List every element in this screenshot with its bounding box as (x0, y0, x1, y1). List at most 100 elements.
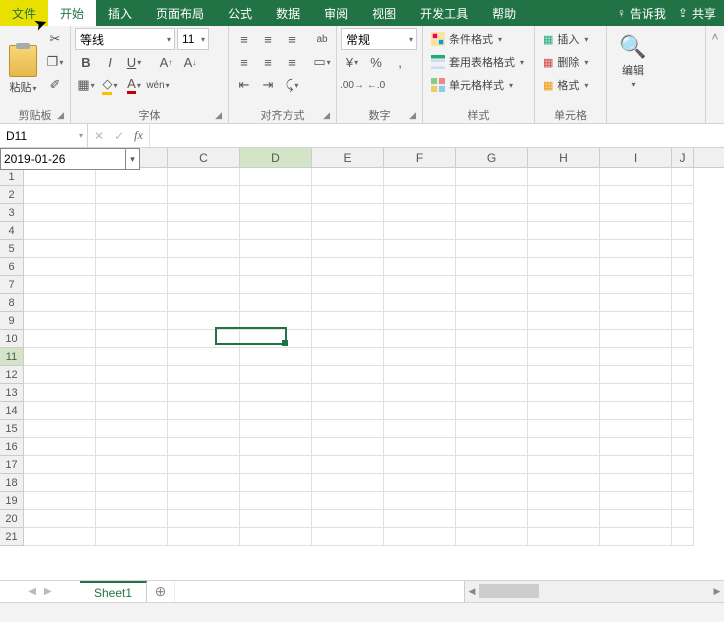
bold-button[interactable]: B (75, 51, 97, 73)
col-header-J[interactable]: J (672, 148, 694, 167)
borders-button[interactable]: ▦▾ (75, 74, 97, 96)
row-header-17[interactable]: 17 (0, 456, 23, 474)
font-color-button[interactable]: A▾ (123, 74, 145, 96)
merge-center-button[interactable]: ▭▾ (309, 51, 335, 73)
grow-font-button[interactable]: A↑ (155, 51, 177, 73)
col-header-C[interactable]: C (168, 148, 240, 167)
paste-button[interactable]: 粘贴▾ (4, 28, 42, 107)
sheet-nav-buttons[interactable]: ◀▶ (0, 581, 80, 602)
tab-home[interactable]: 开始 (48, 0, 96, 26)
horizontal-scrollbar[interactable]: ◀▶ (464, 581, 724, 602)
delete-cells-button[interactable]: ▦删除▾ (539, 51, 602, 73)
decrease-decimal-button[interactable]: ←.0 (365, 74, 387, 96)
row-header-6[interactable]: 6 (0, 258, 23, 276)
collapse-ribbon-button[interactable]: ˄ (706, 26, 724, 123)
row-headers[interactable]: 123456789101112131415161718192021 (0, 168, 24, 546)
dialog-launcher-icon[interactable]: ◢ (409, 110, 416, 121)
row-header-12[interactable]: 12 (0, 366, 23, 384)
align-middle-button[interactable]: ≡ (257, 28, 279, 50)
name-box[interactable]: D11▾ (0, 124, 88, 147)
row-header-9[interactable]: 9 (0, 312, 23, 330)
row-header-3[interactable]: 3 (0, 204, 23, 222)
cell-a1-dropdown[interactable]: 2019-01-26▾ (0, 148, 140, 170)
font-name-select[interactable]: 等线▾ (75, 28, 175, 50)
cancel-formula-button[interactable]: ✕ (94, 129, 104, 143)
formula-input[interactable] (150, 124, 724, 147)
format-painter-button[interactable]: ✐ (44, 74, 66, 96)
dialog-launcher-icon[interactable]: ◢ (323, 110, 330, 121)
row-header-2[interactable]: 2 (0, 186, 23, 204)
phonetic-button[interactable]: wén▾ (147, 74, 169, 96)
align-center-button[interactable]: ≡ (257, 51, 279, 73)
decrease-indent-button[interactable]: ⇤ (233, 74, 255, 96)
tab-file[interactable]: 文件 ➤ (0, 0, 48, 26)
tab-review[interactable]: 审阅 (312, 0, 360, 26)
col-header-D[interactable]: D (240, 148, 312, 167)
align-top-button[interactable]: ≡ (233, 28, 255, 50)
row-header-21[interactable]: 21 (0, 528, 23, 546)
row-header-14[interactable]: 14 (0, 402, 23, 420)
row-header-11[interactable]: 11 (0, 348, 23, 366)
font-size-select[interactable]: 11▾ (177, 28, 209, 50)
tab-view[interactable]: 视图 (360, 0, 408, 26)
percent-button[interactable]: % (365, 51, 387, 73)
row-header-20[interactable]: 20 (0, 510, 23, 528)
accounting-format-button[interactable]: ¥▾ (341, 51, 363, 73)
row-header-15[interactable]: 15 (0, 420, 23, 438)
row-header-13[interactable]: 13 (0, 384, 23, 402)
row-header-8[interactable]: 8 (0, 294, 23, 312)
col-header-E[interactable]: E (312, 148, 384, 167)
col-header-G[interactable]: G (456, 148, 528, 167)
col-header-H[interactable]: H (528, 148, 600, 167)
align-bottom-button[interactable]: ≡ (281, 28, 303, 50)
increase-decimal-button[interactable]: .00→ (341, 74, 363, 96)
align-left-button[interactable]: ≡ (233, 51, 255, 73)
copy-button[interactable]: ❐▾ (44, 51, 66, 73)
format-as-table-button[interactable]: 套用表格格式▾ (427, 51, 530, 73)
share-button[interactable]: ⇪ 共享 (678, 5, 716, 22)
worksheet-grid[interactable]: ABCDEFGHIJ 12345678910111213141516171819… (0, 148, 724, 580)
row-header-18[interactable]: 18 (0, 474, 23, 492)
number-format-select[interactable]: 常规▾ (341, 28, 417, 50)
group-editing: 🔍 编辑 ▾ (607, 26, 706, 123)
sheet-tab-1[interactable]: Sheet1 (80, 581, 147, 602)
row-header-4[interactable]: 4 (0, 222, 23, 240)
tell-me-button[interactable]: ♀ 告诉我 (617, 5, 666, 22)
row-header-16[interactable]: 16 (0, 438, 23, 456)
italic-button[interactable]: I (99, 51, 121, 73)
row-header-10[interactable]: 10 (0, 330, 23, 348)
dialog-launcher-icon[interactable]: ◢ (215, 110, 222, 121)
tab-data[interactable]: 数据 (264, 0, 312, 26)
dialog-launcher-icon[interactable]: ◢ (57, 110, 64, 121)
row-header-19[interactable]: 19 (0, 492, 23, 510)
tab-insert[interactable]: 插入 (96, 0, 144, 26)
enter-formula-button[interactable]: ✓ (114, 129, 124, 143)
tab-developer[interactable]: 开发工具 (408, 0, 480, 26)
insert-function-button[interactable]: fx (134, 128, 143, 143)
tab-formulas[interactable]: 公式 (216, 0, 264, 26)
increase-indent-button[interactable]: ⇥ (257, 74, 279, 96)
row-header-7[interactable]: 7 (0, 276, 23, 294)
fill-color-button[interactable]: ◇▾ (99, 74, 121, 96)
conditional-formatting-button[interactable]: 条件格式▾ (427, 28, 530, 50)
orientation-button[interactable]: ⤹▾ (281, 74, 303, 96)
col-header-F[interactable]: F (384, 148, 456, 167)
cut-button[interactable]: ✂ (44, 28, 66, 50)
row-header-1[interactable]: 1 (0, 168, 23, 186)
shrink-font-button[interactable]: A↓ (179, 51, 201, 73)
format-cells-button[interactable]: ▦格式▾ (539, 74, 602, 96)
align-right-button[interactable]: ≡ (281, 51, 303, 73)
cell-styles-button[interactable]: 单元格样式▾ (427, 74, 530, 96)
comma-button[interactable]: , (389, 51, 411, 73)
tab-page-layout[interactable]: 页面布局 (144, 0, 216, 26)
insert-cells-button[interactable]: ▦插入▾ (539, 28, 602, 50)
tab-help[interactable]: 帮助 (480, 0, 528, 26)
cells-area[interactable] (24, 168, 724, 580)
underline-button[interactable]: U▾ (123, 51, 145, 73)
col-header-I[interactable]: I (600, 148, 672, 167)
find-select-button[interactable]: 🔍 编辑 ▾ (611, 28, 655, 107)
wrap-text-button[interactable]: ab (309, 28, 335, 50)
row-header-5[interactable]: 5 (0, 240, 23, 258)
chevron-down-icon[interactable]: ▾ (125, 149, 139, 169)
add-sheet-button[interactable]: ⊕ (147, 581, 175, 602)
